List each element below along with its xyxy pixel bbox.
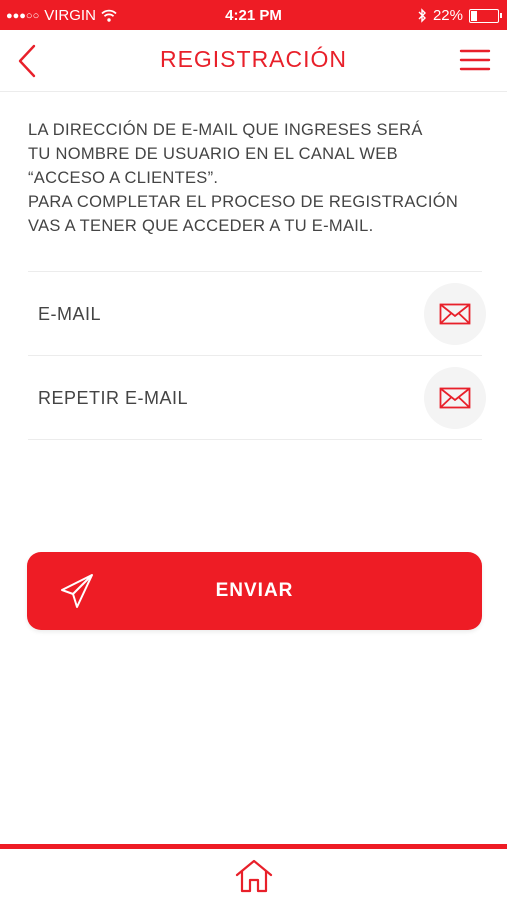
tab-bar <box>0 844 507 900</box>
repeat-email-icon-button <box>424 367 486 429</box>
status-bar: ●●●○○ VIRGIN 4:21 PM 22% <box>0 0 507 30</box>
repeat-email-row <box>28 355 486 439</box>
repeat-email-field[interactable] <box>38 382 398 414</box>
battery-icon <box>469 8 502 23</box>
intro-line: PARA COMPLETAR EL PROCESO DE REGISTRACIÓ… <box>28 193 459 211</box>
intro-line: “ACCESO A CLIENTES”. <box>28 169 219 187</box>
menu-button[interactable] <box>459 48 491 74</box>
email-row <box>28 271 486 355</box>
home-button[interactable] <box>234 858 274 894</box>
intro-line: TU NOMBRE DE USUARIO EN EL CANAL WEB <box>28 145 398 163</box>
nav-bar: REGISTRACIÓN <box>0 30 507 92</box>
intro-line: LA DIRECCIÓN DE E-MAIL QUE INGRESES SERÁ <box>28 121 423 139</box>
form-divider <box>28 439 482 440</box>
envelope-icon <box>439 387 471 409</box>
page-title: REGISTRACIÓN <box>159 46 348 72</box>
intro-text: LA DIRECCIÓN DE E-MAIL QUE INGRESES SERÁ… <box>28 118 488 238</box>
email-field[interactable] <box>38 298 398 330</box>
hamburger-menu-icon <box>459 49 491 71</box>
battery-level <box>471 10 478 21</box>
send-button[interactable]: ENVIAR <box>27 552 482 630</box>
send-button-label: ENVIAR <box>215 580 294 601</box>
email-icon-button <box>424 283 486 345</box>
battery-percent: 22% <box>432 7 463 24</box>
envelope-icon <box>439 303 471 325</box>
bluetooth-icon <box>418 8 426 23</box>
intro-line: VAS A TENER QUE ACCEDER A TU E-MAIL. <box>28 217 374 235</box>
status-right: 22% <box>418 7 502 24</box>
home-icon <box>235 859 273 893</box>
